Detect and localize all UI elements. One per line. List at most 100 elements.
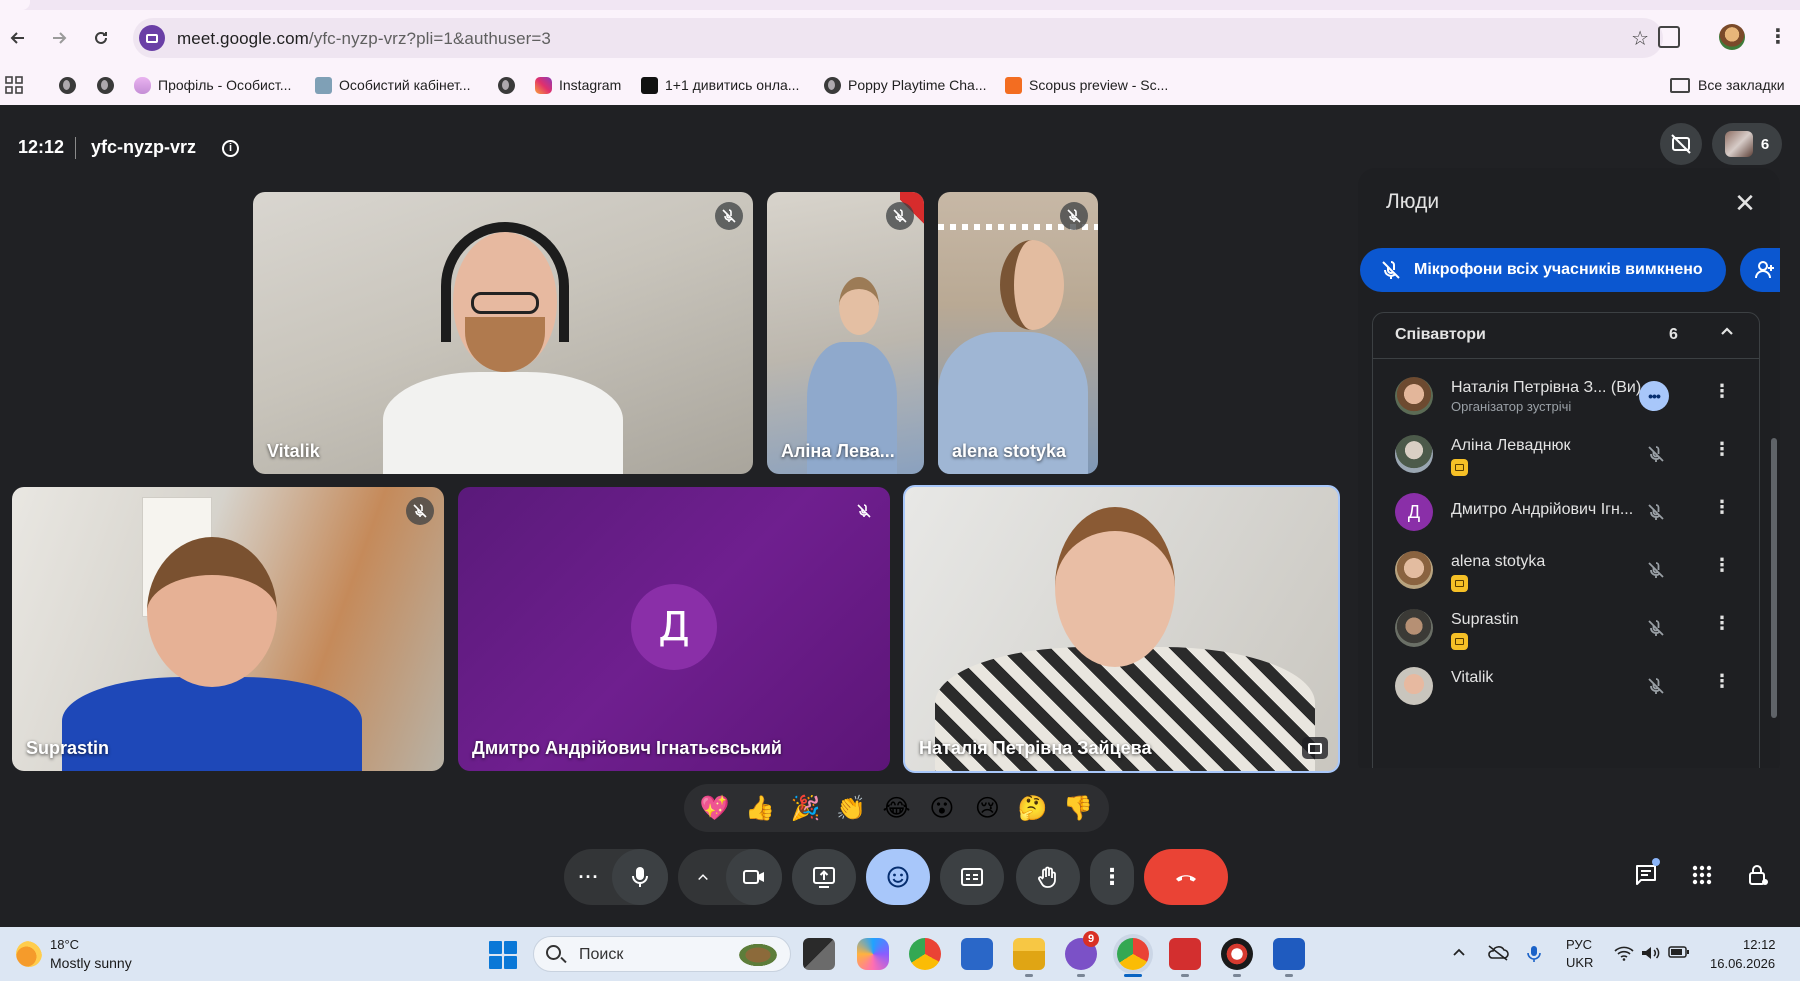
meeting-info-icon[interactable]: i — [222, 140, 239, 157]
people-button[interactable]: 6 — [1712, 123, 1782, 165]
reaction-surprised[interactable]: 😮 — [922, 788, 962, 828]
cloud-icon — [134, 76, 151, 94]
copilot-icon[interactable] — [857, 938, 889, 970]
participant-row[interactable]: Suprastin ⋮ — [1373, 597, 1759, 657]
present-screen-button[interactable] — [792, 849, 856, 905]
onedrive-off-icon[interactable] — [1487, 945, 1509, 965]
bookmark-instagram[interactable]: Instagram — [535, 72, 621, 98]
bookmark-profile[interactable]: Профіль - Особист... — [134, 72, 291, 98]
url-text[interactable]: meet.google.com/yfc-nyzp-vrz?pli=1&authu… — [177, 29, 551, 49]
chevron-up-icon[interactable] — [1719, 323, 1735, 344]
volume-icon[interactable] — [1640, 945, 1660, 965]
back-icon[interactable] — [4, 24, 32, 52]
panel-scrollbar[interactable] — [1771, 438, 1777, 718]
video-tile-alina[interactable]: Аліна Лева... — [767, 192, 924, 474]
bookmark-scopus[interactable]: Scopus preview - Sc... — [1005, 72, 1168, 98]
participant-row[interactable]: Vitalik ⋮ — [1373, 655, 1759, 715]
more-vert-icon[interactable]: ⋮ — [1713, 439, 1731, 460]
bookmark-star-icon[interactable]: ☆ — [1631, 26, 1649, 51]
apps-grid-icon[interactable] — [5, 72, 23, 98]
clock-date[interactable]: 16.06.2026 — [1710, 956, 1775, 971]
video-tile-natalia[interactable]: Наталія Петрівна Зайцева — [903, 485, 1340, 773]
activities-button[interactable] — [1682, 855, 1722, 895]
reload-icon[interactable] — [87, 24, 115, 52]
bookmark-cabinet[interactable]: Особистий кабінет... — [315, 72, 471, 98]
weather-description[interactable]: Mostly sunny — [50, 955, 132, 971]
microphone-button[interactable] — [612, 849, 668, 905]
reaction-thinking[interactable]: 🤔 — [1013, 788, 1053, 828]
participant-row[interactable]: alena stotyka ⋮ — [1373, 539, 1759, 599]
video-tile-suprastin[interactable]: Suprastin — [12, 487, 444, 771]
extensions-icon[interactable] — [1658, 26, 1680, 48]
audio-options-button[interactable]: ··· — [564, 849, 614, 905]
video-tile-dmytro[interactable]: Д Дмитро Андрійович Ігнатьєвський — [458, 487, 890, 771]
raise-hand-button[interactable] — [1016, 849, 1080, 905]
reaction-thumbs-down[interactable]: 👎 — [1058, 788, 1098, 828]
captions-button[interactable] — [940, 849, 1004, 905]
chat-button[interactable] — [1626, 855, 1666, 895]
reaction-sad[interactable]: 😢 — [967, 788, 1007, 828]
participant-initial-avatar: Д — [631, 584, 717, 670]
reaction-clap[interactable]: 👏 — [831, 788, 871, 828]
chrome-profile-icon[interactable] — [1117, 938, 1149, 970]
browser-menu-icon[interactable]: ⋮ — [1768, 24, 1788, 49]
pip-icon[interactable] — [1302, 737, 1328, 759]
clock-time[interactable]: 12:12 — [1743, 937, 1776, 952]
tray-chevron-up-icon[interactable] — [1452, 945, 1466, 963]
microphone-tray-icon[interactable] — [1527, 945, 1541, 967]
reaction-party[interactable]: 🎉 — [786, 788, 826, 828]
bookmark-globe-1[interactable] — [59, 72, 76, 98]
people-panel-body: Люди ✕ Мікрофони всіх учасників вимкнено… — [1358, 168, 1780, 778]
more-vert-icon[interactable]: ⋮ — [1713, 497, 1731, 518]
video-options-button[interactable] — [678, 849, 728, 905]
add-people-button[interactable] — [1740, 248, 1780, 292]
bookmark-globe-3[interactable] — [498, 72, 515, 98]
profile-avatar[interactable] — [1719, 24, 1745, 50]
more-vert-icon[interactable]: ⋮ — [1713, 613, 1731, 634]
input-language-top[interactable]: РУС — [1566, 937, 1592, 952]
more-vert-icon[interactable]: ⋮ — [1713, 671, 1731, 692]
input-language-bottom[interactable]: UKR — [1566, 955, 1593, 970]
reaction-heart[interactable]: 💖 — [695, 788, 735, 828]
collaborators-header[interactable]: Співавтори 6 — [1373, 313, 1759, 359]
taskbar-search[interactable]: Поиск — [533, 936, 791, 972]
bookmark-globe-2[interactable] — [97, 72, 114, 98]
battery-icon[interactable] — [1668, 945, 1690, 963]
meet-site-icon[interactable] — [139, 25, 165, 51]
more-vert-icon[interactable]: ⋮ — [1713, 381, 1731, 402]
task-view-icon[interactable] — [803, 938, 835, 970]
address-bar[interactable]: meet.google.com/yfc-nyzp-vrz?pli=1&authu… — [133, 18, 1663, 58]
word-icon[interactable] — [1273, 938, 1305, 970]
reactions-button[interactable] — [866, 849, 930, 905]
acrobat-icon[interactable] — [1169, 938, 1201, 970]
participant-row[interactable]: Д Дмитро Андрійович Ігн... ⋮ — [1373, 481, 1759, 541]
media-player-icon[interactable] — [1221, 938, 1253, 970]
host-controls-button[interactable] — [1660, 123, 1702, 165]
mute-all-button[interactable]: Мікрофони всіх учасників вимкнено — [1360, 248, 1726, 292]
tab-strip — [0, 0, 1800, 10]
presenter-badge-icon — [1451, 633, 1468, 650]
start-button[interactable] — [489, 941, 517, 969]
participant-row[interactable]: Аліна Леваднюк ⋮ — [1373, 423, 1759, 483]
chrome-icon[interactable] — [909, 938, 941, 970]
bookmark-poppy[interactable]: Poppy Playtime Cha... — [824, 72, 987, 98]
close-icon[interactable]: ✕ — [1730, 188, 1760, 218]
video-tile-alena[interactable]: alena stotyka — [938, 192, 1098, 474]
weather-sun-icon[interactable] — [16, 941, 42, 967]
weather-temperature[interactable]: 18°C — [50, 937, 79, 952]
reaction-laugh[interactable]: 😂 — [876, 788, 916, 828]
forward-icon[interactable] — [45, 24, 73, 52]
participant-row[interactable]: Наталія Петрівна З... (Ви) Організатор з… — [1373, 365, 1759, 425]
reaction-thumbs-up[interactable]: 👍 — [740, 788, 780, 828]
camera-button[interactable] — [726, 849, 782, 905]
all-bookmarks[interactable]: Все закладки — [1670, 72, 1785, 98]
more-vert-icon[interactable]: ⋮ — [1713, 555, 1731, 576]
video-tile-vitalik[interactable]: Vitalik — [253, 192, 753, 474]
host-controls-lock-button[interactable] — [1738, 855, 1778, 895]
wifi-icon[interactable] — [1614, 945, 1634, 965]
file-explorer-icon[interactable] — [1013, 938, 1045, 970]
leave-call-button[interactable] — [1144, 849, 1228, 905]
more-options-button[interactable]: ⋮ — [1090, 849, 1134, 905]
powershell-icon[interactable] — [961, 938, 993, 970]
bookmark-1plus1[interactable]: 1+1 дивитись онла... — [641, 72, 799, 98]
